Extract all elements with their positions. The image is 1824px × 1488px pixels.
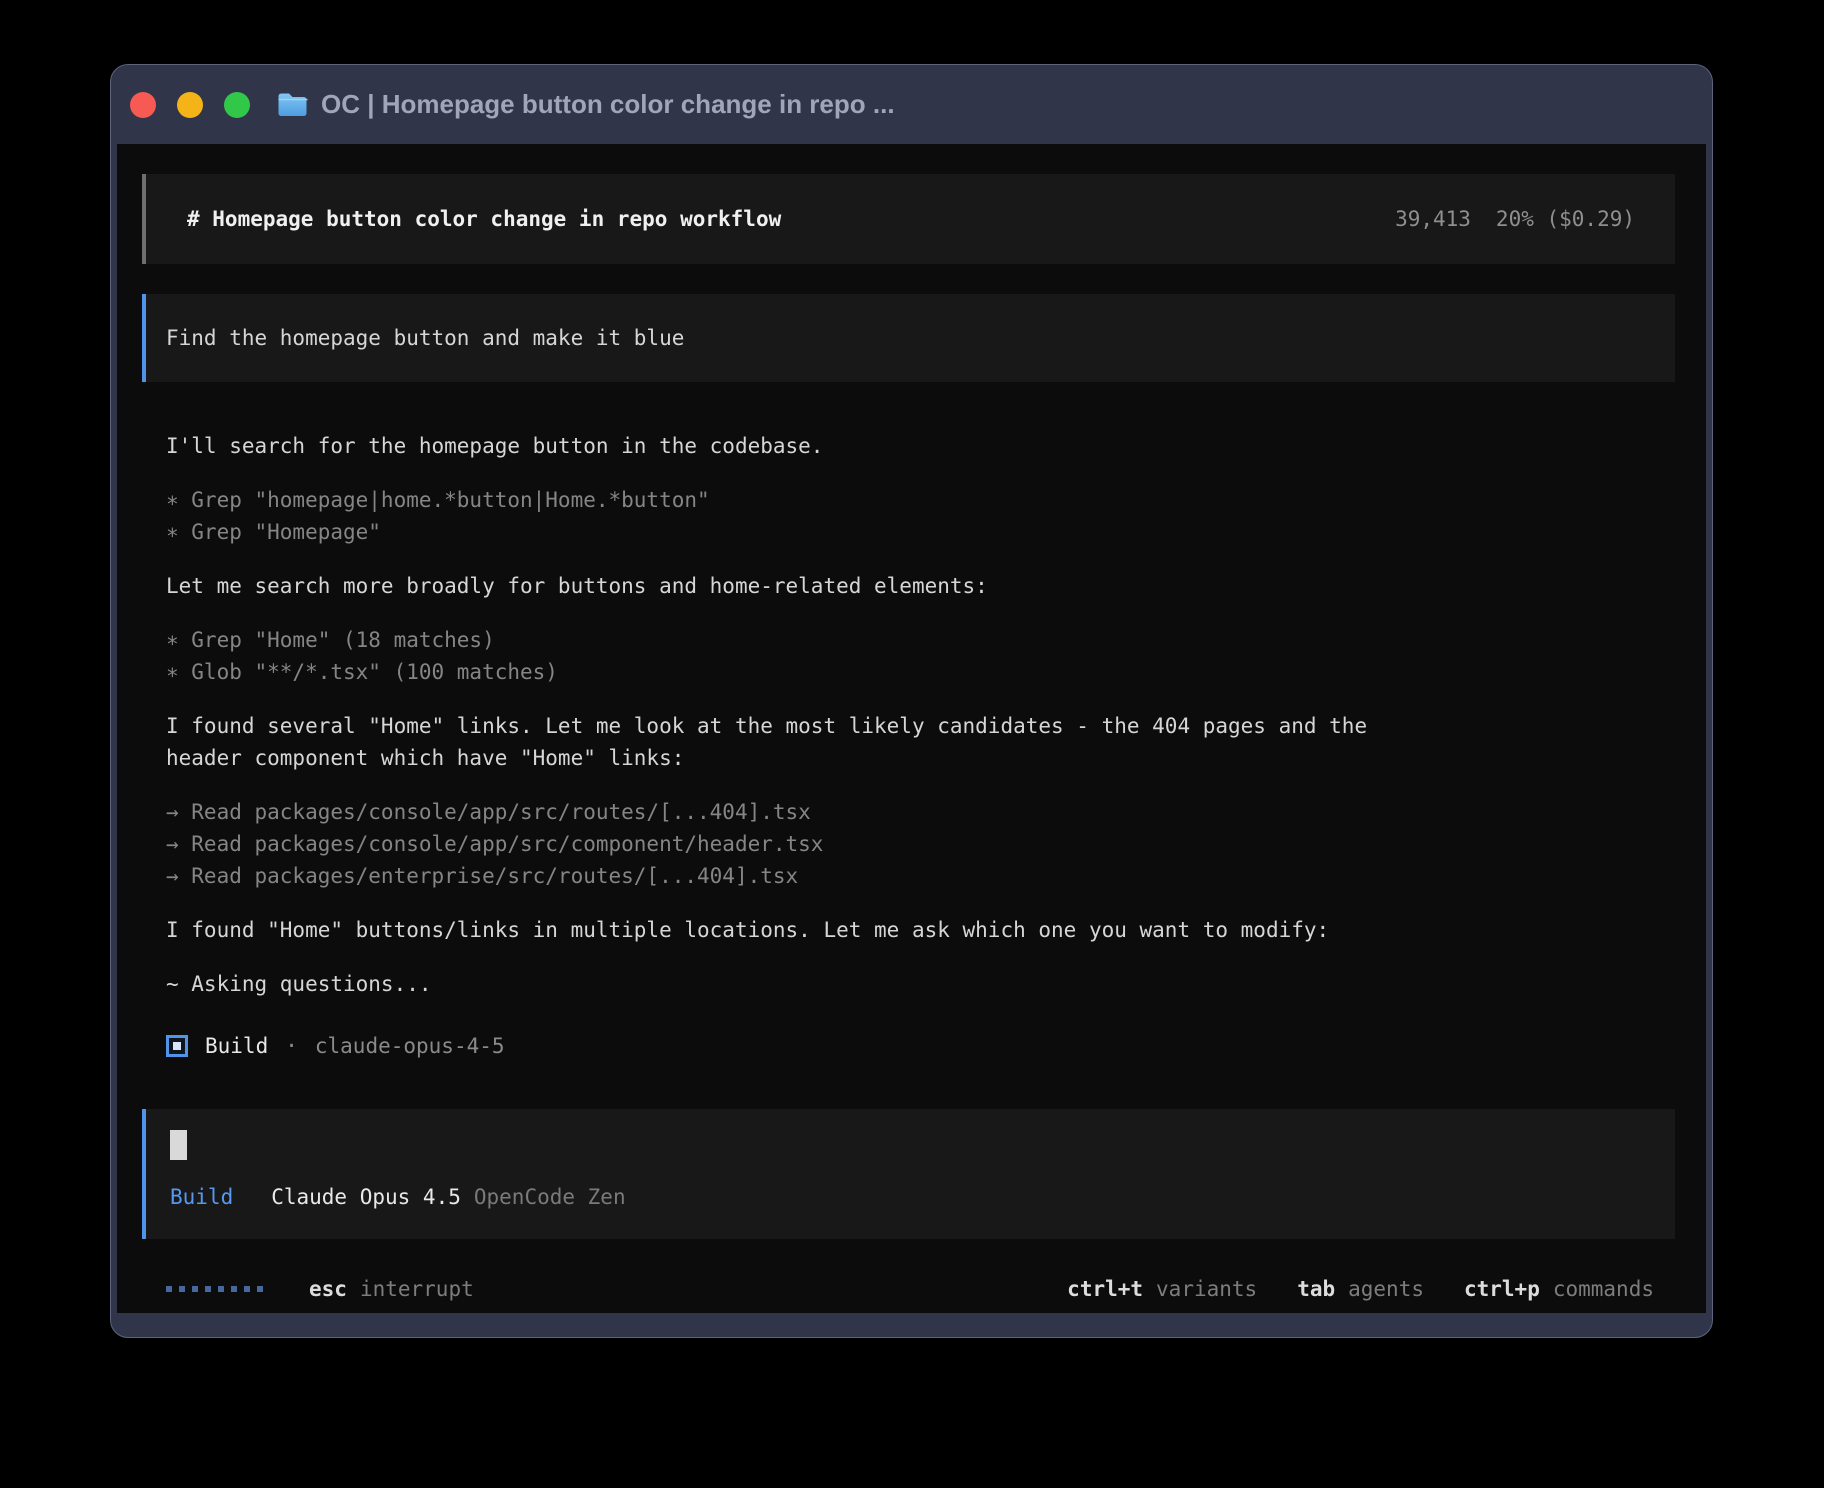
agent-name: Build [205,1030,268,1062]
prompt-input[interactable]: Build Claude Opus 4.5 OpenCode Zen [142,1109,1675,1239]
hint-interrupt: esc interrupt [309,1273,474,1305]
spinner-dot [192,1286,198,1292]
ctrl-t-key: ctrl+t [1067,1277,1143,1301]
spinner-dot [166,1286,172,1292]
input-model-name[interactable]: Claude Opus 4.5 [271,1181,461,1213]
prompt-input-line[interactable] [170,1129,1655,1161]
spinner-dot [244,1286,250,1292]
hint-commands: ctrl+p commands [1464,1273,1654,1305]
assistant-paragraph: Let me search more broadly for buttons a… [166,570,1675,602]
hint-variants: ctrl+t variants [1067,1273,1257,1305]
spinner-dots [166,1286,263,1292]
tool-call-group: ∗ Grep "Home" (18 matches) ∗ Glob "**/*.… [166,624,1675,688]
status-bar-left: esc interrupt [166,1273,474,1305]
assistant-text: header component which have "Home" links… [166,742,1675,774]
assistant-paragraph: I'll search for the homepage button in t… [166,430,1675,462]
assistant-text: Let me search more broadly for buttons a… [166,570,1675,602]
user-message-text: Find the homepage button and make it blu… [166,326,684,350]
text-cursor [170,1130,187,1160]
terminal-screen[interactable]: # Homepage button color change in repo w… [117,144,1706,1313]
session-stats: 39,413 20% ($0.29) [1395,203,1635,235]
session-header: # Homepage button color change in repo w… [142,174,1675,264]
agent-row: Build · claude-opus-4-5 [166,1030,1675,1062]
minimize-button[interactable] [177,92,203,118]
assistant-text: I found "Home" buttons/links in multiple… [166,914,1675,946]
tab-key: tab [1297,1277,1335,1301]
agent-model: claude-opus-4-5 [315,1030,505,1062]
window-controls [130,92,250,118]
input-agent-mode[interactable]: Build [170,1181,233,1213]
tool-call-group: ∗ Grep "homepage|home.*button|Home.*butt… [166,484,1675,548]
agents-label: agents [1348,1277,1424,1301]
hint-agents: tab agents [1297,1273,1424,1305]
esc-key: esc [309,1277,347,1301]
activity-status-text: ~ Asking questions... [166,968,1675,1000]
spinner-dot [257,1286,263,1292]
assistant-transcript: I'll search for the homepage button in t… [166,430,1675,1000]
tool-call-read: → Read packages/enterprise/src/routes/[.… [166,860,1675,892]
token-count: 39,413 [1395,207,1471,231]
input-provider-name: OpenCode Zen [474,1181,626,1213]
esc-label: interrupt [360,1277,474,1301]
status-bar-right: ctrl+t variants tab agents ctrl+p commands [1067,1273,1654,1305]
variants-label: variants [1156,1277,1257,1301]
tool-call-grep: ∗ Grep "homepage|home.*button|Home.*butt… [166,484,1675,516]
activity-status: ~ Asking questions... [166,968,1675,1000]
assistant-text: I'll search for the homepage button in t… [166,430,1675,462]
zoom-button[interactable] [224,92,250,118]
input-footer: Build Claude Opus 4.5 OpenCode Zen [170,1181,1655,1213]
commands-label: commands [1553,1277,1654,1301]
terminal-window: OC | Homepage button color change in rep… [110,64,1713,1338]
ctrl-p-key: ctrl+p [1464,1277,1540,1301]
context-usage: 20% ($0.29) [1496,207,1635,231]
agent-icon [166,1035,188,1057]
tool-call-group: → Read packages/console/app/src/routes/[… [166,796,1675,892]
spinner-dot [179,1286,185,1292]
tool-call-read: → Read packages/console/app/src/routes/[… [166,796,1675,828]
spinner-dot [231,1286,237,1292]
agent-separator: · [285,1030,298,1062]
tool-call-read: → Read packages/console/app/src/componen… [166,828,1675,860]
tool-call-grep: ∗ Grep "Home" (18 matches) [166,624,1675,656]
assistant-paragraph: I found several "Home" links. Let me loo… [166,710,1675,774]
desktop: OC | Homepage button color change in rep… [0,0,1824,1488]
folder-icon [277,91,308,118]
session-title: # Homepage button color change in repo w… [187,203,781,235]
tool-call-glob: ∗ Glob "**/*.tsx" (100 matches) [166,656,1675,688]
assistant-paragraph: I found "Home" buttons/links in multiple… [166,914,1675,946]
assistant-text: I found several "Home" links. Let me loo… [166,710,1675,742]
status-bar: esc interrupt ctrl+t variants tab agents ct… [166,1273,1654,1305]
window-title: OC | Homepage button color change in rep… [321,89,895,120]
titlebar: OC | Homepage button color change in rep… [111,65,1712,144]
user-message: Find the homepage button and make it blu… [142,294,1675,382]
tool-call-grep: ∗ Grep "Homepage" [166,516,1675,548]
spinner-dot [205,1286,211,1292]
spinner-dot [218,1286,224,1292]
close-button[interactable] [130,92,156,118]
